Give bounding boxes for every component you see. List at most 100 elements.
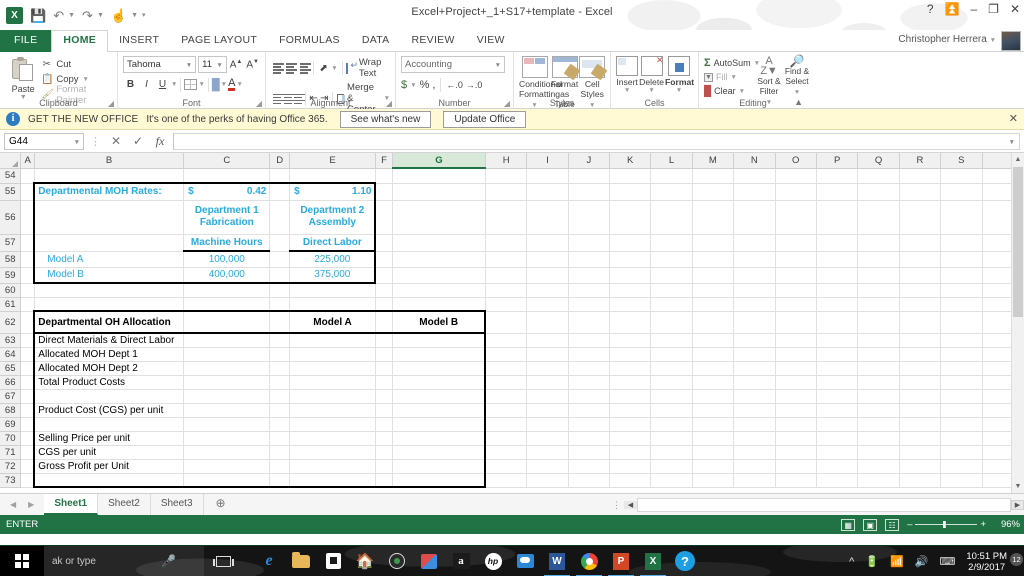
cell-S72[interactable] bbox=[940, 459, 983, 474]
cell-L66[interactable] bbox=[650, 375, 693, 390]
cell-Q71[interactable] bbox=[857, 445, 900, 460]
cell-Q60[interactable] bbox=[857, 283, 900, 298]
cell-L59[interactable] bbox=[650, 267, 693, 284]
cell-O66[interactable] bbox=[775, 375, 817, 390]
cell-D65[interactable] bbox=[269, 361, 291, 376]
row-header-67[interactable]: 67 bbox=[0, 389, 22, 404]
file-explorer-icon[interactable] bbox=[291, 551, 311, 571]
cell-P61[interactable] bbox=[816, 297, 859, 312]
previous-sheet-icon[interactable]: ◀ bbox=[10, 500, 16, 509]
cell-B57[interactable] bbox=[33, 234, 185, 252]
cell-S69[interactable] bbox=[940, 417, 983, 432]
row-header-61[interactable]: 61 bbox=[0, 297, 22, 312]
cell-F65[interactable] bbox=[375, 361, 393, 376]
cell-D66[interactable] bbox=[269, 375, 291, 390]
cell-J60[interactable] bbox=[568, 283, 610, 298]
cell-M70[interactable] bbox=[692, 431, 735, 446]
cell-K57[interactable] bbox=[609, 234, 652, 252]
cell-G55[interactable] bbox=[392, 183, 486, 201]
cell-K69[interactable] bbox=[609, 417, 652, 432]
cell-E59[interactable]: 375,000 bbox=[289, 267, 377, 284]
cell-C71[interactable] bbox=[183, 445, 271, 460]
cell-B73[interactable] bbox=[33, 473, 185, 488]
cell-I64[interactable] bbox=[526, 347, 569, 362]
cell-J63[interactable] bbox=[568, 333, 610, 348]
cell-I69[interactable] bbox=[526, 417, 569, 432]
normal-view-icon[interactable]: ▦ bbox=[841, 518, 856, 531]
tab-view[interactable]: VIEW bbox=[466, 30, 516, 52]
cell-D58[interactable] bbox=[269, 251, 291, 268]
cell-D62[interactable] bbox=[269, 310, 291, 334]
cell-J56[interactable] bbox=[568, 200, 610, 235]
cell-J55[interactable] bbox=[568, 183, 610, 201]
cell-H57[interactable] bbox=[485, 234, 528, 252]
cell-B70[interactable]: Selling Price per unit bbox=[33, 431, 185, 446]
orientation-dropdown-icon[interactable]: ▼ bbox=[331, 65, 337, 72]
cell-F59[interactable] bbox=[375, 267, 393, 284]
sheet-tab-sheet2[interactable]: Sheet2 bbox=[98, 494, 151, 515]
cell-N72[interactable] bbox=[733, 459, 776, 474]
cell-C60[interactable] bbox=[183, 283, 271, 298]
increase-decimal-icon[interactable]: ←.0 bbox=[446, 80, 463, 90]
avatar[interactable] bbox=[1001, 31, 1021, 51]
cell-P72[interactable] bbox=[816, 459, 859, 474]
row-header-54[interactable]: 54 bbox=[0, 168, 22, 184]
cell-R70[interactable] bbox=[899, 431, 942, 446]
cell-B59[interactable]: Model B bbox=[33, 267, 185, 284]
cell-N62[interactable] bbox=[733, 311, 776, 334]
underline-dropdown-icon[interactable]: ▼ bbox=[171, 81, 177, 88]
cell-I65[interactable] bbox=[526, 361, 569, 376]
decrease-decimal-icon[interactable]: →.0 bbox=[466, 80, 483, 90]
tab-insert[interactable]: INSERT bbox=[108, 30, 170, 52]
next-sheet-icon[interactable]: ▶ bbox=[28, 500, 34, 509]
cell-C61[interactable] bbox=[183, 297, 271, 312]
cell-P57[interactable] bbox=[816, 234, 859, 252]
cell-A57[interactable] bbox=[20, 234, 35, 252]
cell-J65[interactable] bbox=[568, 361, 610, 376]
cell-G67[interactable] bbox=[392, 389, 487, 404]
cell-C68[interactable] bbox=[183, 403, 271, 418]
cell-L70[interactable] bbox=[650, 431, 693, 446]
cell-J67[interactable] bbox=[568, 389, 610, 404]
cell-P64[interactable] bbox=[816, 347, 859, 362]
cell-Q73[interactable] bbox=[857, 473, 900, 488]
cell-R73[interactable] bbox=[899, 473, 942, 488]
number-format-dropdown-icon[interactable]: ▼ bbox=[495, 62, 501, 69]
cell-F64[interactable] bbox=[375, 347, 393, 362]
cell-Q65[interactable] bbox=[857, 361, 900, 376]
cell-L65[interactable] bbox=[650, 361, 693, 376]
cell-S73[interactable] bbox=[940, 473, 983, 488]
cell-B61[interactable] bbox=[34, 297, 185, 312]
column-header-L[interactable]: L bbox=[650, 153, 693, 169]
cell-E61[interactable] bbox=[289, 297, 376, 312]
cell-N63[interactable] bbox=[733, 333, 776, 348]
clipboard-dialog-launcher[interactable]: ◢ bbox=[108, 99, 114, 108]
column-header-D[interactable]: D bbox=[269, 153, 291, 169]
hp-icon[interactable]: hp bbox=[483, 551, 503, 571]
cell-I61[interactable] bbox=[526, 297, 569, 312]
minimize-icon[interactable]: – bbox=[970, 2, 977, 16]
cell-R68[interactable] bbox=[899, 403, 942, 418]
cell-C69[interactable] bbox=[183, 417, 271, 432]
cell-K73[interactable] bbox=[609, 473, 652, 488]
clear-button[interactable]: █ Clear ▼ bbox=[704, 84, 756, 98]
cell-B56[interactable] bbox=[33, 200, 185, 235]
zoom-track[interactable] bbox=[915, 521, 978, 528]
cell-H64[interactable] bbox=[485, 347, 528, 362]
cell-K58[interactable] bbox=[609, 251, 652, 268]
column-header-C[interactable]: C bbox=[183, 153, 271, 169]
cell-I58[interactable] bbox=[526, 251, 569, 268]
cell-O69[interactable] bbox=[775, 417, 817, 432]
cell-A60[interactable] bbox=[20, 283, 35, 298]
column-header-R[interactable]: R bbox=[899, 153, 942, 169]
cell-I73[interactable] bbox=[526, 473, 569, 488]
cell-J72[interactable] bbox=[568, 459, 610, 474]
align-bottom-icon[interactable] bbox=[298, 61, 311, 75]
cell-G66[interactable] bbox=[392, 375, 487, 390]
cell-P66[interactable] bbox=[816, 375, 859, 390]
cell-R61[interactable] bbox=[899, 297, 942, 312]
row-header-59[interactable]: 59 bbox=[0, 267, 22, 284]
cell-E73[interactable] bbox=[289, 473, 376, 488]
cell-K62[interactable] bbox=[609, 311, 652, 334]
cell-I70[interactable] bbox=[526, 431, 569, 446]
